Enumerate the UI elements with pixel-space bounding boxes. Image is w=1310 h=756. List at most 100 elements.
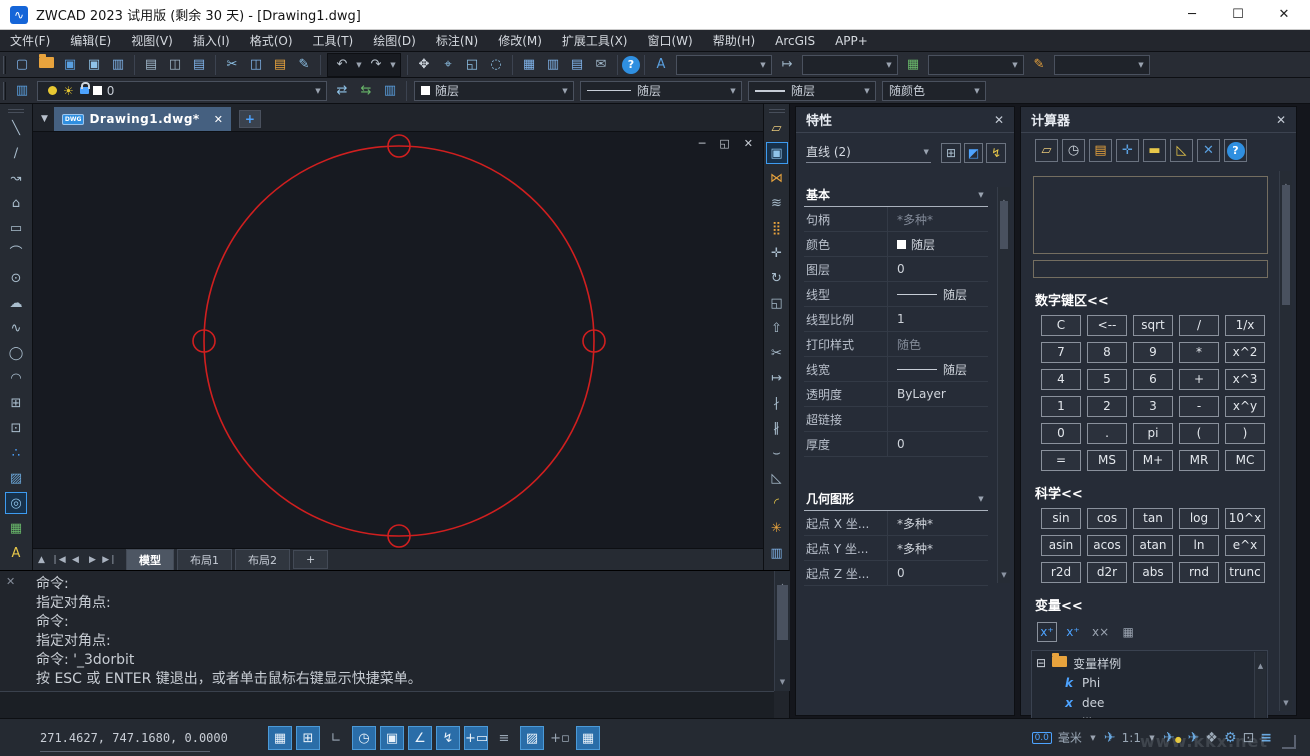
select-objects-button[interactable]: ◩ xyxy=(964,143,984,163)
format-painter-button[interactable]: ✎ xyxy=(293,54,315,76)
calc-key-r3c2[interactable]: 3 xyxy=(1133,396,1173,417)
menu-item-9[interactable]: 扩展工具(X) xyxy=(552,30,638,52)
close-calculator-icon[interactable]: ✕ xyxy=(1276,113,1286,127)
property-row[interactable]: 图层0 xyxy=(804,257,988,282)
create-block-tool-button[interactable]: ⊡ xyxy=(5,417,27,439)
calc-key-r3c0[interactable]: 1 xyxy=(1041,396,1081,417)
next-tab-button[interactable]: ▶ xyxy=(84,555,101,565)
sci-key-r2c2[interactable]: abs xyxy=(1133,562,1173,583)
open-file-button[interactable] xyxy=(35,54,57,76)
revision-cloud-tool-button[interactable]: ☁ xyxy=(5,292,27,314)
sci-key-r1c3[interactable]: ln xyxy=(1179,535,1219,556)
selection-cycling-toggle[interactable]: ▦ xyxy=(576,726,600,750)
tab-list-dropdown-icon[interactable]: ▼ xyxy=(41,114,48,124)
calc-key-r5c1[interactable]: MS xyxy=(1087,450,1127,471)
donut-tool-button[interactable]: ◎ xyxy=(5,492,27,514)
copy-button[interactable]: ◫ xyxy=(245,54,267,76)
copy-tool-button[interactable]: ▣ xyxy=(766,142,788,164)
measure-angle-button[interactable]: ◺ xyxy=(1170,139,1193,162)
array-tool-button[interactable]: ⣿ xyxy=(766,217,788,239)
intersection-button[interactable]: ✕ xyxy=(1197,139,1220,162)
ortho-toggle[interactable]: ∟ xyxy=(324,726,348,750)
menu-item-13[interactable]: APP+ xyxy=(825,30,878,52)
property-row[interactable]: 起点 Z 坐...0 xyxy=(804,561,988,586)
section-header[interactable]: 基本 xyxy=(804,183,988,207)
property-row[interactable]: 线型随层 xyxy=(804,282,988,307)
zoom-realtime-button[interactable]: ⌖ xyxy=(437,54,459,76)
explode-tool-button[interactable]: ✳ xyxy=(766,517,788,539)
layer-states-button[interactable]: ⇄ xyxy=(331,80,353,102)
color-dropdown[interactable]: 随层 xyxy=(414,81,574,101)
property-row[interactable]: 线型比例1 xyxy=(804,307,988,332)
variables-section-title[interactable]: 变量<< xyxy=(1035,595,1296,614)
print-button[interactable]: ▤ xyxy=(140,54,162,76)
calc-key-r5c3[interactable]: MR xyxy=(1179,450,1219,471)
property-row[interactable]: 超链接 xyxy=(804,407,988,432)
history-button[interactable]: ◷ xyxy=(1062,139,1085,162)
lineweight-dropdown[interactable]: 随层 xyxy=(748,81,876,101)
calc-key-r3c3[interactable]: - xyxy=(1179,396,1219,417)
delete-variable-button[interactable]: x× xyxy=(1089,622,1112,642)
new-document-button[interactable]: + xyxy=(239,110,261,128)
calc-key-r2c1[interactable]: 5 xyxy=(1087,369,1127,390)
property-row[interactable]: 起点 Y 坐...*多种* xyxy=(804,536,988,561)
calc-key-r4c4[interactable]: ) xyxy=(1225,423,1265,444)
save-button[interactable]: ▣ xyxy=(59,54,81,76)
document-tab[interactable]: DWG Drawing1.dwg* ✕ xyxy=(54,107,231,131)
menu-item-3[interactable]: 插入(I) xyxy=(183,30,240,52)
paste-value-button[interactable]: ▤ xyxy=(1089,139,1112,162)
close-tab-icon[interactable]: ✕ xyxy=(214,113,223,126)
linetype-dropdown[interactable]: 随层 xyxy=(580,81,742,101)
sci-key-r0c0[interactable]: sin xyxy=(1041,508,1081,529)
sci-key-r0c1[interactable]: cos xyxy=(1087,508,1127,529)
calc-key-r1c4[interactable]: x^2 xyxy=(1225,342,1265,363)
get-coordinates-button[interactable]: ✛ xyxy=(1116,139,1139,162)
calc-key-r0c2[interactable]: sqrt xyxy=(1133,315,1173,336)
first-tab-button[interactable]: ❘◀ xyxy=(50,555,67,565)
measure-distance-button[interactable]: ▬ xyxy=(1143,139,1166,162)
calc-help-button[interactable]: ? xyxy=(1224,139,1247,162)
print-preview-button[interactable]: ◫ xyxy=(164,54,186,76)
chamfer-tool-button[interactable]: ◺ xyxy=(766,467,788,489)
sci-key-r2c4[interactable]: trunc xyxy=(1225,562,1265,583)
line-tool-button[interactable]: ╲ xyxy=(5,117,27,139)
collapse-node-icon[interactable]: ⊟ xyxy=(1036,656,1046,670)
calc-key-r5c4[interactable]: MC xyxy=(1225,450,1265,471)
chevron-down-icon[interactable] xyxy=(1088,734,1098,742)
property-row[interactable]: 线宽随层 xyxy=(804,357,988,382)
new-variable-button[interactable]: x⁺ xyxy=(1037,622,1057,642)
pan-button[interactable]: ✥ xyxy=(413,54,435,76)
property-row[interactable]: 透明度ByLayer xyxy=(804,382,988,407)
menu-item-0[interactable]: 文件(F) xyxy=(0,30,60,52)
calc-key-r2c2[interactable]: 6 xyxy=(1133,369,1173,390)
table-button[interactable]: ▥ xyxy=(542,54,564,76)
calc-key-r1c1[interactable]: 8 xyxy=(1087,342,1127,363)
sci-key-r0c4[interactable]: 10^x xyxy=(1225,508,1265,529)
collapse-tabs-button[interactable]: ▲ xyxy=(33,555,50,565)
text-style-dropdown[interactable] xyxy=(676,55,772,75)
calc-key-r0c1[interactable]: <-- xyxy=(1087,315,1127,336)
insert-block-tool-button[interactable]: ⊞ xyxy=(5,392,27,414)
ellipse-tool-button[interactable]: ◯ xyxy=(5,342,27,364)
snap-toggle[interactable]: ⊞ xyxy=(296,726,320,750)
quick-select-button[interactable]: ⊞ xyxy=(941,143,961,163)
table-tool-button[interactable]: ▦ xyxy=(5,517,27,539)
pickadd-toggle-button[interactable]: ↯ xyxy=(986,143,1006,163)
layout-tab-1[interactable]: 布局1 xyxy=(177,549,232,571)
command-scrollbar[interactable] xyxy=(774,571,790,691)
calc-key-r3c1[interactable]: 2 xyxy=(1087,396,1127,417)
sci-key-r1c0[interactable]: asin xyxy=(1041,535,1081,556)
menu-item-5[interactable]: 工具(T) xyxy=(303,30,364,52)
menu-item-7[interactable]: 标注(N) xyxy=(426,30,488,52)
collapse-section-icon[interactable] xyxy=(976,495,986,503)
property-row[interactable]: 打印样式随色 xyxy=(804,332,988,357)
numpad-section-title[interactable]: 数字键区<< xyxy=(1035,290,1296,309)
trim-tool-button[interactable]: ✂ xyxy=(766,342,788,364)
break-at-point-tool-button[interactable]: ∤ xyxy=(766,392,788,414)
calc-key-r5c0[interactable]: = xyxy=(1041,450,1081,471)
move-tool-button[interactable]: ✛ xyxy=(766,242,788,264)
extend-tool-button[interactable]: ↦ xyxy=(766,367,788,389)
command-window[interactable]: ✕ 命令:指定对角点:命令:指定对角点:命令: '_3dorbit按 ESC 或… xyxy=(0,570,790,718)
hatch-tool-button[interactable]: ▨ xyxy=(5,467,27,489)
annotation-scale-value[interactable]: 1:1 xyxy=(1122,731,1141,745)
